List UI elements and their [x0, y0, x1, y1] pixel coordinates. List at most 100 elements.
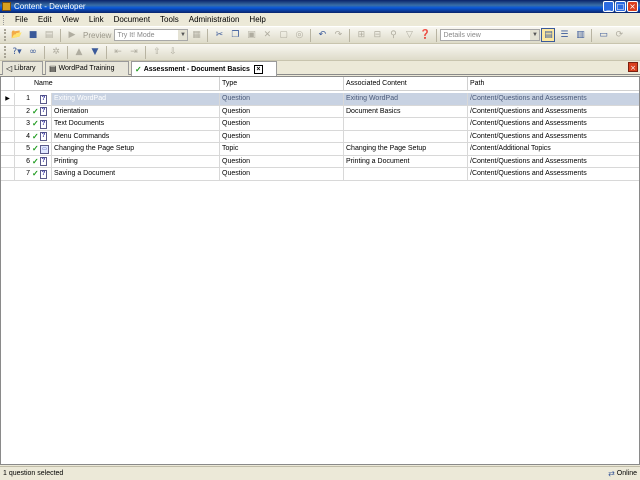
table-row[interactable]: 4 ✓? Menu Commands Question/Content/Questio… [1, 130, 639, 143]
row-number: 7 [26, 170, 30, 177]
add-icon[interactable]: ⊞ [354, 28, 368, 42]
layout-icon[interactable]: ▭ [596, 28, 610, 42]
checkmark-icon: ✓ [32, 144, 39, 153]
toolbar-separator [436, 28, 438, 42]
cell-associated-content[interactable]: Changing the Page Setup [344, 143, 468, 155]
tab-wordpad-training[interactable]: ▤ WordPad Training [45, 61, 129, 75]
copy-icon[interactable]: ❐ [228, 28, 242, 42]
preview-button[interactable]: Preview [83, 31, 111, 40]
properties-icon[interactable]: ▢ [276, 28, 290, 42]
cell-associated-content[interactable]: Exiting WordPad [344, 93, 468, 105]
delete-icon[interactable]: ✕ [260, 28, 274, 42]
cell-associated-content[interactable]: Document Basics [344, 105, 468, 118]
cell-path: /Content/Questions and Assessments [470, 120, 587, 127]
column-header-type[interactable]: Type [220, 77, 344, 91]
table-row[interactable]: 3 ✓? Text Documents Question/Content/Questi… [1, 118, 639, 131]
cell-name[interactable]: Printing [52, 155, 220, 168]
close-button[interactable]: × [627, 1, 638, 12]
menu-document[interactable]: Document [109, 15, 155, 24]
table-row[interactable]: 7 ✓? Saving a Document Question/Content/Que… [1, 168, 639, 181]
move-up-icon[interactable]: ▲ [72, 45, 86, 59]
cell-name[interactable]: Exiting WordPad [52, 93, 220, 105]
cell-associated-content[interactable]: Printing a Document [344, 155, 468, 168]
cell-name[interactable]: Text Documents [52, 118, 220, 130]
split-view-icon[interactable]: ▥ [573, 28, 587, 42]
table-row[interactable]: 5 ✓ ▭ Changing the Page Setup Topic Changing … [1, 143, 639, 156]
unlink-icon[interactable]: ✲ [49, 45, 63, 59]
check-out-icon[interactable]: ⇩ [166, 45, 180, 59]
chevron-down-icon: ▼ [178, 30, 188, 40]
toolbar-grip [4, 46, 7, 58]
minimize-button[interactable]: _ [603, 1, 614, 12]
cell-type: Question [220, 168, 344, 180]
table-row[interactable]: ▶ 1? Exiting WordPad Question Exiting WordPa… [1, 93, 639, 106]
details-view-icon[interactable]: ▤ [541, 28, 556, 42]
menu-file[interactable]: File [10, 15, 33, 24]
cell-name[interactable]: Changing the Page Setup [52, 143, 220, 155]
publish-icon[interactable]: ▦ [189, 28, 203, 42]
outline-icon: ▤ [49, 64, 57, 73]
menu-link[interactable]: Link [84, 15, 109, 24]
toolbar-separator [207, 28, 209, 42]
check-in-icon[interactable]: ⇧ [150, 45, 164, 59]
remove-icon[interactable]: ⊟ [370, 28, 384, 42]
cell-associated-content[interactable] [344, 168, 468, 180]
link-icon[interactable]: ∞ [26, 45, 40, 59]
menu-administration[interactable]: Administration [184, 15, 245, 24]
column-header-name[interactable]: Name [32, 77, 220, 91]
menu-view[interactable]: View [57, 15, 84, 24]
app-icon [2, 2, 11, 11]
table-row[interactable]: 2 ✓? Orientation Question Document Basics/Co… [1, 105, 639, 118]
undo-icon[interactable]: ↶ [315, 28, 329, 42]
cell-type: Question [220, 155, 344, 168]
row-icons: ✓? [32, 118, 52, 130]
list-view-icon[interactable]: ☰ [557, 28, 571, 42]
online-icon: ⇄ [608, 469, 615, 478]
save-icon[interactable]: ■ [26, 28, 40, 42]
cell-path: /Content/Questions and Assessments [468, 93, 639, 105]
cut-icon[interactable]: ✂ [212, 28, 226, 42]
refresh-icon[interactable]: ⟳ [612, 28, 626, 42]
close-all-tabs-icon[interactable]: × [628, 62, 638, 72]
library-icon: ◁ [6, 64, 13, 73]
preview-icon[interactable]: ▶ [65, 28, 79, 42]
cell-name[interactable]: Menu Commands [52, 130, 220, 143]
menu-help[interactable]: Help [244, 15, 270, 24]
outdent-icon[interactable]: ⇤ [111, 45, 125, 59]
toolbar-separator [591, 28, 593, 42]
menu-edit[interactable]: Edit [33, 15, 57, 24]
connection-status: ⇄ Online [608, 467, 637, 480]
status-bar: 1 question selected ⇄ Online [0, 466, 640, 480]
row-number: 6 [26, 157, 30, 165]
cell-name[interactable]: Saving a Document [52, 168, 220, 180]
cell-associated-content[interactable] [344, 130, 468, 143]
cell-associated-content[interactable] [344, 118, 468, 130]
column-header-associated-content[interactable]: Associated Content [344, 77, 468, 91]
chevron-down-icon: ▼ [530, 30, 540, 40]
filter-icon[interactable]: ▽ [402, 28, 416, 42]
indent-icon[interactable]: ⇥ [127, 45, 141, 59]
row-number: 2 [26, 107, 30, 115]
binoculars-icon[interactable]: ⚲ [386, 28, 400, 42]
tab-assessment-document-basics[interactable]: ✓ Assessment - Document Basics × [131, 61, 277, 76]
window-controls: _ □ × [603, 1, 638, 12]
mode-select[interactable]: Try It! Mode ▼ [114, 29, 189, 41]
table-row[interactable]: 6 ✓? Printing Question Printing a Document/C… [1, 155, 639, 168]
redo-icon[interactable]: ↷ [331, 28, 345, 42]
maximize-button[interactable]: □ [615, 1, 626, 12]
move-down-icon[interactable]: ▼ [88, 45, 102, 59]
tab-library[interactable]: ◁ Library [2, 61, 43, 75]
menu-tools[interactable]: Tools [155, 15, 184, 24]
view-select[interactable]: Details view ▼ [440, 29, 541, 41]
print-icon[interactable]: ▤ [42, 28, 56, 42]
find-icon[interactable]: ◎ [292, 28, 306, 42]
close-tab-icon[interactable]: × [253, 64, 263, 74]
column-header-path[interactable]: Path [468, 77, 639, 91]
main-toolbar: 📂 ■ ▤ ▶ Preview Try It! Mode ▼ ▦ ✂ ❐ ▣ ✕… [0, 27, 640, 44]
open-icon[interactable]: 📂 [10, 28, 24, 42]
help-icon[interactable]: ❓ [418, 28, 432, 42]
paste-icon[interactable]: ▣ [244, 28, 258, 42]
cell-name[interactable]: Orientation [52, 105, 220, 118]
tab-label: Assessment - Document Basics [143, 65, 250, 73]
question-menu-icon[interactable]: ?▾ [10, 45, 24, 59]
